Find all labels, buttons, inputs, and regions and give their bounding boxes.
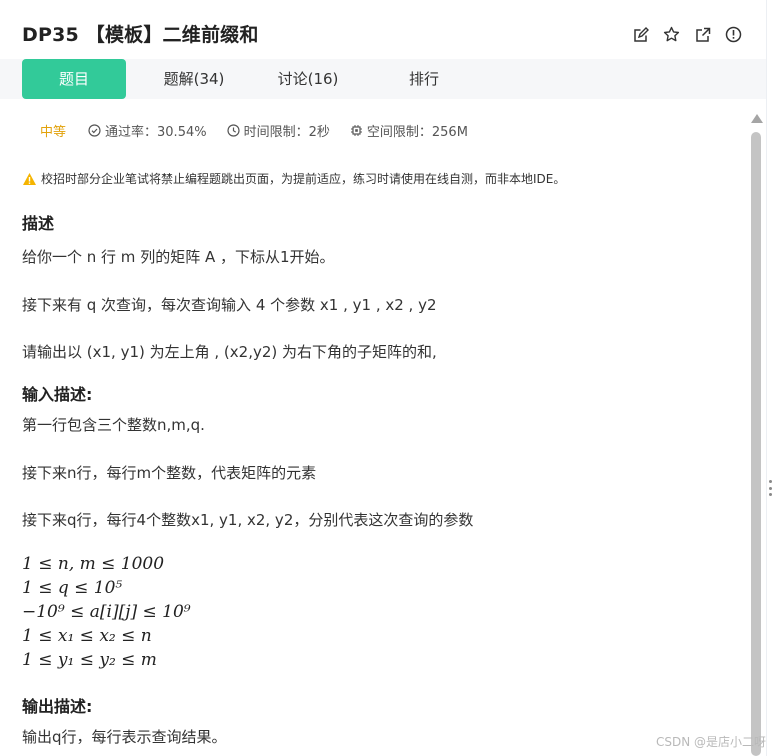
info-icon[interactable] [723, 24, 744, 45]
tab-solutions[interactable]: 题解(34) [142, 59, 246, 99]
description-line-1: 给你一个 n 行 m 列的矩阵 A ，下标从1开始。 [22, 248, 335, 266]
constraint-1: 1 ≤ n, m ≤ 1000 [22, 554, 165, 574]
notice-text: 校招时部分企业笔试将禁止编程题跳出页面，为提前适应，练习时请使用在线自测，而非本… [41, 172, 566, 186]
problem-panel: DP35 【模板】二维前缀和 题目 题解(34) 讨论(16) 排行 中等 通过… [0, 0, 767, 756]
header-actions [630, 24, 744, 45]
constraint-2: 1 ≤ q ≤ 10⁵ [22, 578, 123, 598]
constraint-3: −10⁹ ≤ a[i][j] ≤ 10⁹ [22, 602, 191, 622]
input-line-2: 接下来n行，每行m个整数，代表矩阵的元素 [22, 464, 317, 482]
tab-bar: 题目 题解(34) 讨论(16) 排行 [0, 59, 766, 99]
vertical-scrollbar[interactable] [749, 110, 763, 756]
description-line-3: 请输出以 (x1, y1) 为左上角 , (x2,y2) 为右下角的子矩阵的和, [22, 343, 437, 361]
check-circle-icon [88, 124, 101, 137]
output-heading: 输出描述: [22, 697, 93, 716]
tab-problem[interactable]: 题目 [22, 59, 126, 99]
input-line-1: 第一行包含三个整数n,m,q. [22, 416, 205, 434]
problem-meta: 中等 通过率：30.54% 时间限制：2秒 空间限制：256M [40, 121, 488, 140]
watermark: CSDN @是店小二呀 [655, 735, 766, 749]
clock-icon [226, 124, 240, 137]
exam-notice: 校招时部分企业笔试将禁止编程题跳出页面，为提前适应，练习时请使用在线自测，而非本… [22, 170, 565, 187]
tab-ranking[interactable]: 排行 [372, 59, 476, 99]
constraint-5: 1 ≤ y₁ ≤ y₂ ≤ m [22, 650, 157, 670]
difficulty-badge: 中等 [40, 125, 67, 140]
description-line-2: 接下来有 q 次查询，每次查询输入 4 个参数 x1 , y1 , x2 , y… [22, 296, 437, 314]
scroll-up-arrow-icon[interactable] [751, 114, 763, 123]
constraint-4: 1 ≤ x₁ ≤ x₂ ≤ n [22, 626, 152, 646]
tab-discussion[interactable]: 讨论(16) [256, 59, 360, 99]
description-heading: 描述 [22, 214, 55, 233]
output-line-1: 输出q行，每行表示查询结果。 [22, 728, 227, 746]
pass-rate: 通过率：30.54% [105, 125, 207, 140]
input-line-3: 接下来q行，每行4个整数x1, y1, x2, y2，分别代表这次查询的参数 [22, 511, 474, 529]
problem-header: DP35 【模板】二维前缀和 [0, 0, 766, 62]
edit-icon[interactable] [630, 24, 651, 45]
external-link-icon[interactable] [692, 24, 713, 45]
scrollbar-thumb[interactable] [751, 132, 761, 756]
memory-chip-icon [350, 125, 362, 136]
panel-resize-handle[interactable] [769, 480, 772, 496]
space-limit: 空间限制：256M [366, 125, 468, 140]
input-heading: 输入描述: [22, 385, 93, 404]
warning-icon [23, 172, 36, 185]
time-limit: 时间限制：2秒 [243, 125, 330, 140]
problem-title: DP35 【模板】二维前缀和 [22, 24, 259, 46]
star-icon[interactable] [661, 24, 682, 45]
